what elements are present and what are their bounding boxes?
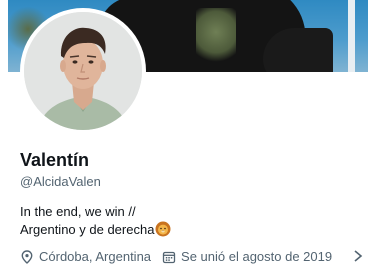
- location-pin-icon: [21, 249, 33, 264]
- avatar[interactable]: [20, 8, 146, 134]
- chevron-right-icon[interactable]: [352, 249, 364, 263]
- lion-face-emoji-icon: [155, 221, 171, 237]
- joined-item: Se unió el agosto de 2019: [162, 249, 332, 264]
- location-text: Córdoba, Argentina: [39, 249, 152, 264]
- banner-tree: [196, 8, 236, 68]
- bio-line-2-wrap: Argentino y de derecha: [20, 221, 171, 237]
- banner-pole: [348, 0, 355, 72]
- location-item: Córdoba, Argentina: [20, 249, 151, 264]
- avatar-photo: [24, 12, 142, 130]
- bio-line-1: In the end, we win //: [20, 204, 136, 219]
- profile-meta: Córdoba, Argentina Se unió el agosto de …: [20, 249, 332, 264]
- bio-line-2: Argentino y de derecha: [20, 221, 155, 237]
- username-handle: @AlcidaValen: [20, 174, 101, 189]
- calendar-icon: [162, 251, 176, 263]
- banner-silhouette-2: [263, 28, 333, 72]
- display-name: Valentín: [20, 150, 90, 170]
- joined-text: Se unió el agosto de 2019: [181, 249, 333, 264]
